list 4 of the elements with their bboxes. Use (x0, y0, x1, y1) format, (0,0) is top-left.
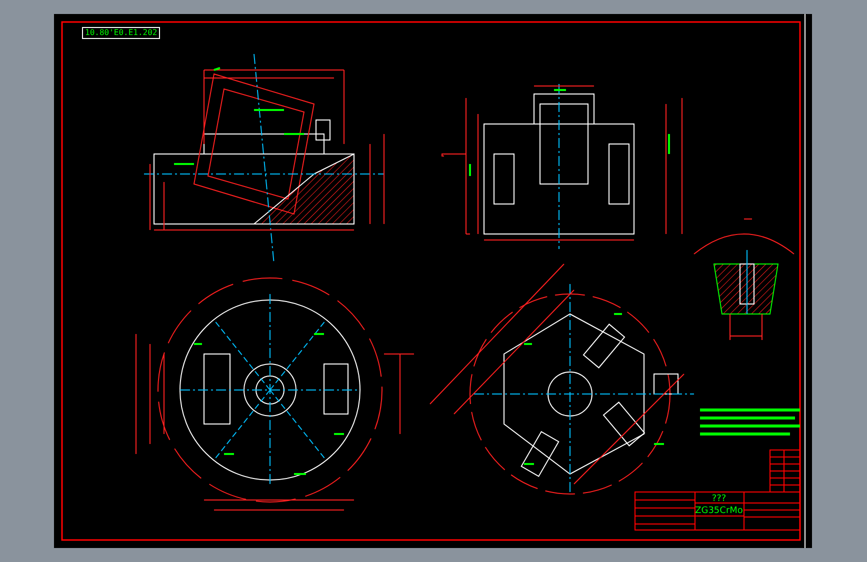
part-name: ??? (712, 494, 726, 504)
parts-list-table (770, 450, 800, 492)
material-text: ZG35CrMo (695, 506, 743, 516)
drawing-number-label: 10.80'E0.E1.202 (82, 27, 160, 39)
